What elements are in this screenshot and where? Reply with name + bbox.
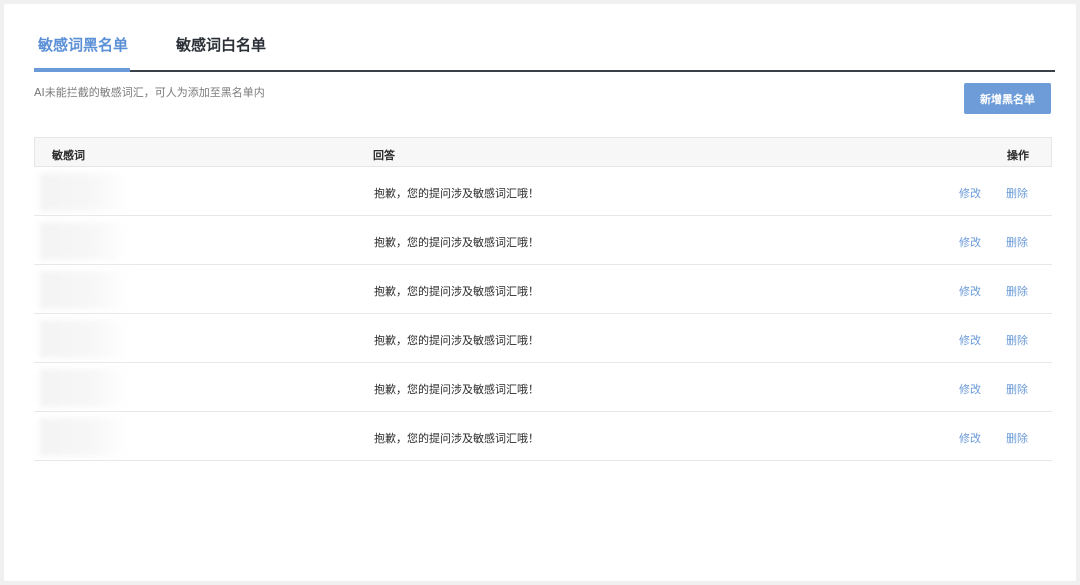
delete-link[interactable]: 删除	[1006, 332, 1028, 348]
blurred-word-cell	[40, 222, 128, 260]
delete-link[interactable]: 删除	[1006, 234, 1028, 250]
delete-link[interactable]: 删除	[1006, 381, 1028, 397]
edit-link[interactable]: 修改	[959, 381, 981, 397]
blurred-word-cell	[40, 320, 128, 358]
delete-link[interactable]: 删除	[1006, 185, 1028, 201]
table-row: 抱歉，您的提问涉及敏感词汇哦！ 修改 删除	[34, 412, 1052, 461]
answer-cell: 抱歉，您的提问涉及敏感词汇哦！	[374, 432, 539, 445]
header-answer: 回答	[373, 149, 395, 162]
table-row: 抱歉，您的提问涉及敏感词汇哦！ 修改 删除	[34, 314, 1052, 363]
header-ops: 操作	[1007, 149, 1029, 162]
blurred-word-cell	[40, 271, 128, 309]
table-body: 抱歉，您的提问涉及敏感词汇哦！ 修改 删除 抱歉，您的提问涉及敏感词汇哦！ 修改…	[34, 167, 1052, 461]
blurred-word-cell	[40, 173, 128, 211]
tab-bar: 敏感词黑名单 敏感词白名单	[34, 26, 1055, 72]
edit-link[interactable]: 修改	[959, 234, 981, 250]
answer-cell: 抱歉，您的提问涉及敏感词汇哦！	[374, 334, 539, 347]
blurred-word-cell	[40, 418, 128, 456]
edit-link[interactable]: 修改	[959, 185, 981, 201]
header-word: 敏感词	[52, 149, 85, 162]
edit-link[interactable]: 修改	[959, 283, 981, 299]
tab-whitelist[interactable]: 敏感词白名单	[176, 34, 266, 55]
answer-cell: 抱歉，您的提问涉及敏感词汇哦！	[374, 383, 539, 396]
main-panel: 敏感词黑名单 敏感词白名单 AI未能拦截的敏感词汇，可人为添加至黑名单内 新增黑…	[4, 4, 1076, 581]
delete-link[interactable]: 删除	[1006, 283, 1028, 299]
hint-text: AI未能拦截的敏感词汇，可人为添加至黑名单内	[34, 86, 265, 99]
sensitive-word-table: 敏感词 回答 操作 抱歉，您的提问涉及敏感词汇哦！ 修改 删除 抱歉，您的提问涉…	[34, 137, 1052, 461]
table-row: 抱歉，您的提问涉及敏感词汇哦！ 修改 删除	[34, 265, 1052, 314]
tab-blacklist[interactable]: 敏感词黑名单	[38, 34, 128, 55]
answer-cell: 抱歉，您的提问涉及敏感词汇哦！	[374, 187, 539, 200]
answer-cell: 抱歉，您的提问涉及敏感词汇哦！	[374, 285, 539, 298]
add-blacklist-button[interactable]: 新增黑名单	[964, 83, 1051, 114]
active-tab-indicator	[34, 68, 130, 72]
delete-link[interactable]: 删除	[1006, 430, 1028, 446]
edit-link[interactable]: 修改	[959, 332, 981, 348]
table-header: 敏感词 回答 操作	[34, 137, 1052, 167]
table-row: 抱歉，您的提问涉及敏感词汇哦！ 修改 删除	[34, 167, 1052, 216]
answer-cell: 抱歉，您的提问涉及敏感词汇哦！	[374, 236, 539, 249]
table-row: 抱歉，您的提问涉及敏感词汇哦！ 修改 删除	[34, 216, 1052, 265]
edit-link[interactable]: 修改	[959, 430, 981, 446]
blurred-word-cell	[40, 369, 128, 407]
table-row: 抱歉，您的提问涉及敏感词汇哦！ 修改 删除	[34, 363, 1052, 412]
